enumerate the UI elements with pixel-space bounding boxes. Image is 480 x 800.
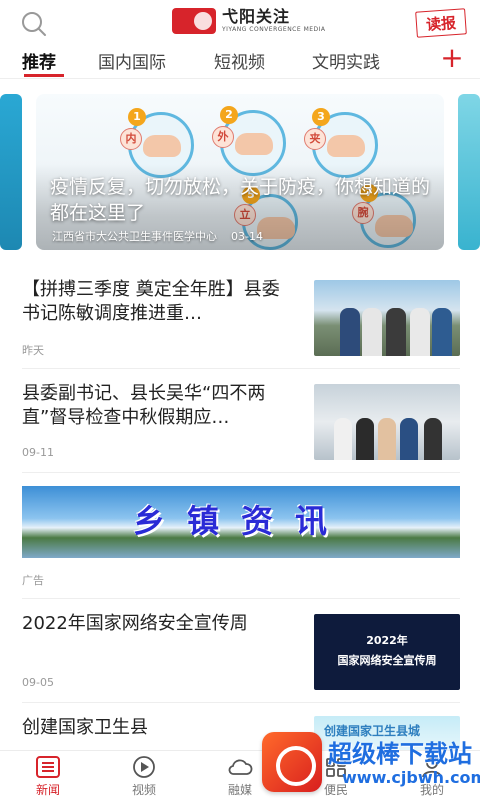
logo-mark-icon (172, 8, 216, 34)
banner-source: 江西省市大公共卫生事件医学中心 (52, 230, 217, 243)
banner-title: 疫情反复，切勿放松，关于防疫，你想知道的都在这里了 (50, 176, 431, 224)
news-item-time: 09-05 (22, 676, 54, 689)
watermark-url: www.cjbwh.com (342, 768, 480, 787)
news-item-time: 昨天 (22, 344, 44, 357)
add-channel-icon[interactable]: + (438, 44, 466, 72)
news-list-icon (36, 756, 60, 778)
news-item-title[interactable]: 2022年国家网络安全宣传周 (22, 612, 292, 636)
tab-short-video[interactable]: 短视频 (214, 48, 265, 73)
nav-item-video[interactable]: 视频 (114, 755, 174, 798)
banner-meta: 江西省市大公共卫生事件医学中心 03-14 (52, 228, 263, 244)
watermark-title: 超级棒下载站 (328, 740, 472, 768)
nav-label: 新闻 (35, 783, 60, 797)
thumbnail-caption: 国家网络安全宣传周 (337, 654, 437, 667)
step-number: 2 (220, 106, 238, 124)
feed-divider (22, 472, 460, 473)
ad-banner-text: 乡镇资讯 (132, 502, 349, 540)
news-item-title[interactable]: 创建国家卫生县 (22, 716, 292, 740)
read-newspaper-button[interactable]: 读报 (415, 8, 467, 38)
news-item-title[interactable]: 县委副书记、县长吴华“四不两直”督导检查中秋假期应… (22, 382, 292, 430)
news-item-thumbnail[interactable]: 2022年 国家网络安全宣传周 (314, 614, 460, 690)
carousel-prev-card[interactable] (0, 94, 22, 250)
app-screen: 弋阳关注 YIYANG CONVERGENCE MEDIA 读报 推荐 国内国际… (0, 0, 480, 800)
carousel-banner[interactable]: 1 2 3 内 外 夹 5 7 立 腕 疫情反复，切勿放松，关于防疫，你想知道的… (36, 94, 444, 250)
top-header: 弋阳关注 YIYANG CONVERGENCE MEDIA 读报 (0, 0, 480, 44)
banner-date: 03-14 (231, 230, 263, 243)
feed-divider (22, 598, 460, 599)
video-play-icon (133, 756, 155, 778)
app-logo: 弋阳关注 YIYANG CONVERGENCE MEDIA (172, 6, 326, 36)
nav-item-media[interactable]: 融媒 (210, 755, 270, 798)
channel-tabs: 推荐 国内国际 短视频 文明实践 + (0, 44, 480, 78)
ad-banner[interactable]: 乡镇资讯 (22, 486, 460, 558)
news-item-thumbnail[interactable] (314, 384, 460, 460)
tab-recommend[interactable]: 推荐 (22, 48, 56, 73)
news-item-title[interactable]: 【拼搏三季度 奠定全年胜】县委书记陈敏调度推进重… (22, 278, 292, 326)
news-item-thumbnail[interactable] (314, 280, 460, 356)
watermark-logo-icon (262, 732, 322, 792)
step-number: 1 (128, 108, 146, 126)
nav-label: 融媒 (227, 783, 252, 797)
step-word: 内 (120, 128, 142, 150)
nav-label: 视频 (131, 783, 156, 797)
cloud-icon (228, 759, 253, 775)
ad-label: 广告 (22, 574, 44, 587)
tab-domestic-international[interactable]: 国内国际 (98, 48, 166, 73)
nav-item-news[interactable]: 新闻 (18, 755, 78, 798)
step-word: 外 (212, 126, 234, 148)
tabs-divider (0, 78, 480, 79)
logo-title: 弋阳关注 (222, 7, 291, 26)
search-icon[interactable] (18, 8, 50, 40)
feed-divider (22, 702, 460, 703)
tab-civilization[interactable]: 文明实践 (312, 48, 380, 73)
news-item-time: 09-11 (22, 446, 54, 459)
site-watermark: 超级棒下载站 www.cjbwh.com (262, 728, 480, 796)
thumbnail-caption: 2022年 (366, 634, 408, 647)
active-tab-indicator (24, 74, 64, 77)
step-word: 夹 (304, 128, 326, 150)
feed-divider (22, 368, 460, 369)
logo-subtitle: YIYANG CONVERGENCE MEDIA (222, 26, 326, 33)
carousel-next-card[interactable] (458, 94, 480, 250)
step-number: 3 (312, 108, 330, 126)
